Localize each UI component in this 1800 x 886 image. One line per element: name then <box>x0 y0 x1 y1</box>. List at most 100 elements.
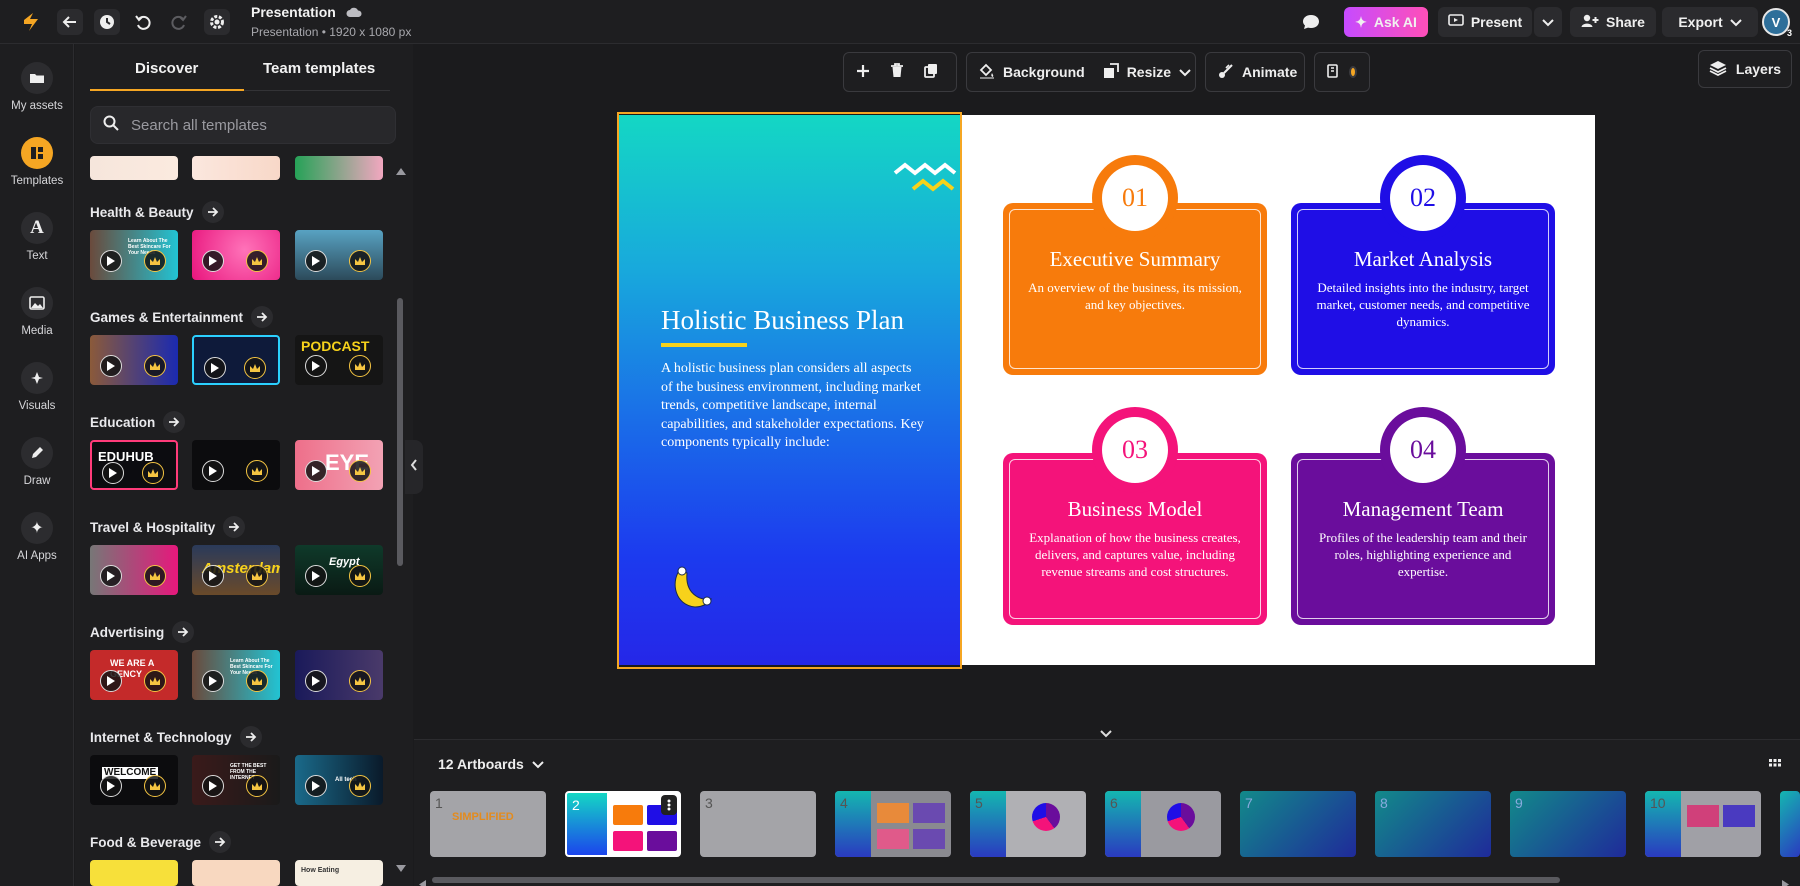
artboards-scrollbar[interactable] <box>432 877 1560 883</box>
template-thumbnail[interactable] <box>90 545 178 595</box>
template-thumbnail[interactable] <box>192 860 280 886</box>
template-thumbnail[interactable] <box>295 230 383 280</box>
arrow-right-icon[interactable] <box>163 411 186 433</box>
category-health-beauty[interactable]: Health & Beauty <box>90 201 224 223</box>
grid-view-icon[interactable] <box>1768 758 1782 777</box>
ask-ai-button[interactable]: ✦ Ask AI <box>1344 7 1428 37</box>
artboard-thumbnail-11[interactable] <box>1780 791 1800 857</box>
add-icon[interactable] <box>856 64 870 81</box>
scroll-down-icon[interactable] <box>396 860 406 878</box>
arrow-right-icon[interactable] <box>239 726 262 748</box>
back-icon[interactable] <box>57 9 83 35</box>
sidebar-item-my-assets[interactable]: My assets <box>0 62 74 112</box>
slide-body-text[interactable]: A holistic business plan considers all a… <box>661 360 925 453</box>
category-games-entertainment[interactable]: Games & Entertainment <box>90 306 274 328</box>
undo-icon[interactable] <box>130 9 156 35</box>
color-dot-icon <box>1349 66 1357 78</box>
template-thumbnail[interactable]: EDUHUB <box>90 440 178 490</box>
category-education[interactable]: Education <box>90 411 186 433</box>
category-advertising[interactable]: Advertising <box>90 621 195 643</box>
template-thumbnail[interactable] <box>295 156 383 180</box>
app-logo-icon[interactable] <box>18 9 44 35</box>
artboard-thumbnail-9[interactable]: 9 <box>1510 791 1626 857</box>
template-thumbnail[interactable] <box>90 156 178 180</box>
sidebar-item-text[interactable]: A Text <box>0 212 74 262</box>
background-button[interactable]: Background <box>979 63 1085 82</box>
present-button[interactable]: Present <box>1438 7 1532 37</box>
export-button[interactable]: Export <box>1662 7 1758 37</box>
slide-gradient-panel[interactable]: Holistic Business Plan A holistic busine… <box>617 115 962 665</box>
arrow-right-icon[interactable] <box>251 306 274 328</box>
scroll-left-icon[interactable] <box>419 876 426 886</box>
template-thumbnail[interactable]: How Eating <box>295 860 383 886</box>
template-thumbnail[interactable]: WE ARE A GENCY <box>90 650 178 700</box>
comments-icon[interactable] <box>1301 13 1321 36</box>
settings-gear-icon[interactable] <box>204 9 230 35</box>
artboards-dropdown[interactable]: 12 Artboards <box>438 756 544 772</box>
more-options-icon[interactable] <box>661 795 677 815</box>
artboard-thumbnail-7[interactable]: 7 <box>1240 791 1356 857</box>
template-thumbnail[interactable] <box>295 650 383 700</box>
sidebar-item-visuals[interactable]: Visuals <box>0 362 74 412</box>
artboard-thumbnail-3[interactable]: 3 <box>700 791 816 857</box>
artboard-number: 10 <box>1650 795 1666 811</box>
template-thumbnail[interactable]: GET THE BEST FROM THE INTERNET <box>192 755 280 805</box>
arrow-right-icon[interactable] <box>209 831 232 853</box>
sidebar-item-templates[interactable]: Templates <box>0 137 74 187</box>
document-title[interactable]: Presentation <box>251 4 362 21</box>
category-food-beverage[interactable]: Food & Beverage <box>90 831 232 853</box>
template-thumbnail[interactable] <box>192 335 280 385</box>
artboard-thumbnail-5[interactable]: 5 <box>970 791 1086 857</box>
present-options-dropdown[interactable] <box>1534 7 1562 37</box>
template-thumbnail[interactable]: Learn About The Best Skincare For Your N… <box>192 650 280 700</box>
template-thumbnail[interactable]: All tech <box>295 755 383 805</box>
title-underline <box>661 343 747 347</box>
template-thumbnail[interactable] <box>192 230 280 280</box>
brand-kit-toolbar[interactable] <box>1314 52 1370 92</box>
scroll-right-icon[interactable] <box>1782 876 1789 886</box>
panel-scrollbar[interactable] <box>397 298 403 566</box>
template-thumbnail[interactable] <box>90 860 178 886</box>
template-thumbnail[interactable] <box>192 156 280 180</box>
sidebar-item-media[interactable]: Media <box>0 287 74 337</box>
history-icon[interactable] <box>94 9 120 35</box>
artboard-thumbnail-1[interactable]: 1 SIMPLIFIED <box>430 791 546 857</box>
layers-button[interactable]: Layers <box>1698 50 1792 88</box>
template-thumbnail[interactable] <box>90 335 178 385</box>
search-input[interactable] <box>131 116 371 134</box>
collapse-panel-button[interactable] <box>405 440 423 494</box>
trash-icon[interactable] <box>890 63 904 81</box>
template-thumbnail[interactable]: WELCOME <box>90 755 178 805</box>
category-travel-hospitality[interactable]: Travel & Hospitality <box>90 516 246 538</box>
artboard-thumbnail-8[interactable]: 8 <box>1375 791 1491 857</box>
scroll-up-icon[interactable] <box>396 162 406 180</box>
slide-title[interactable]: Holistic Business Plan <box>661 305 904 336</box>
play-icon <box>305 460 327 482</box>
redo-icon[interactable] <box>166 9 192 35</box>
duplicate-icon[interactable] <box>924 63 938 81</box>
tab-team-templates[interactable]: Team templates <box>263 60 375 77</box>
resize-button[interactable]: Resize <box>1103 62 1191 82</box>
artboard-thumbnail-6[interactable]: 6 <box>1105 791 1221 857</box>
artboard-thumbnail-2[interactable]: 2 <box>565 791 681 857</box>
template-thumbnail[interactable]: PODCAST <box>295 335 383 385</box>
arrow-right-icon[interactable] <box>223 516 246 538</box>
animate-button[interactable]: Animate <box>1205 52 1305 92</box>
category-internet-technology[interactable]: Internet & Technology <box>90 726 262 748</box>
sidebar-item-draw[interactable]: Draw <box>0 437 74 487</box>
template-thumbnail[interactable]: Egypt <box>295 545 383 595</box>
template-thumbnail[interactable]: Amsterdam <box>192 545 280 595</box>
template-thumbnail[interactable]: Learn About The Best Skincare For Your N… <box>90 230 178 280</box>
arrow-right-icon[interactable] <box>201 201 224 223</box>
template-thumbnail[interactable]: EYE <box>295 440 383 490</box>
artboard-thumbnail-10[interactable]: 10 <box>1645 791 1761 857</box>
slide-canvas[interactable]: Holistic Business Plan A holistic busine… <box>617 115 1595 665</box>
share-button[interactable]: Share <box>1570 7 1656 37</box>
template-search[interactable] <box>90 106 396 144</box>
template-thumbnail[interactable] <box>192 440 280 490</box>
tab-discover[interactable]: Discover <box>135 60 198 77</box>
arrow-right-icon[interactable] <box>172 621 195 643</box>
artboard-thumbnail-4[interactable]: 4 <box>835 791 951 857</box>
sidebar-item-ai-apps[interactable]: ✦ AI Apps <box>0 512 74 562</box>
user-avatar[interactable]: V 3 <box>1762 8 1792 38</box>
